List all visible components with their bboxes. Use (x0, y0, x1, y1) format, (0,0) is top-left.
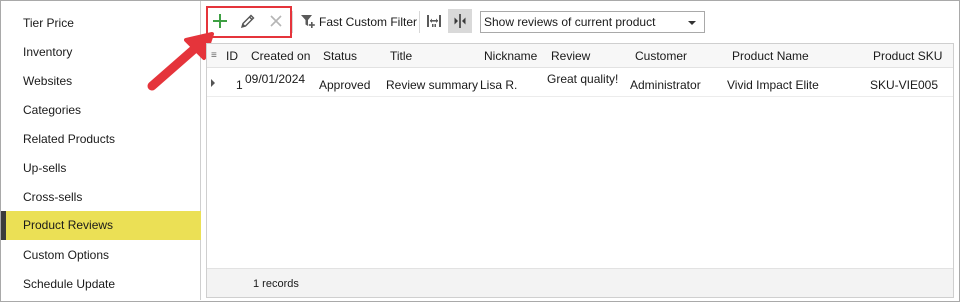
grid-header: ≡ ID Created on Status Title Nickname Re… (207, 44, 953, 68)
chevron-down-icon (688, 21, 696, 25)
records-count: 1 records (253, 278, 299, 290)
delete-button[interactable] (264, 9, 288, 33)
toolbar-separator (292, 11, 293, 33)
cell-title: Review summary (386, 78, 479, 92)
cell-customer: Administrator (630, 78, 701, 92)
cell-nickname: Lisa R. (480, 78, 518, 92)
table-row[interactable]: 1 09/01/2024 Approved Review summary Lis… (207, 69, 953, 97)
cell-product-sku: SKU-VIE005 (870, 78, 939, 92)
row-expand-icon[interactable] (210, 79, 216, 87)
sidebar-item-product-reviews[interactable]: Product Reviews (1, 211, 201, 240)
cell-status: Approved (319, 78, 371, 92)
filter-add-icon (301, 15, 315, 28)
sidebar-item-inventory[interactable]: Inventory (1, 38, 201, 67)
column-header-nickname[interactable]: Nickname (484, 49, 537, 63)
cell-id: 1 (236, 78, 243, 92)
column-header-title[interactable]: Title (390, 49, 412, 63)
cell-created-on: 09/01/2024 (245, 72, 306, 86)
sidebar-item-tier-price[interactable]: Tier Price (1, 9, 201, 38)
reviews-grid: ≡ ID Created on Status Title Nickname Re… (206, 43, 954, 298)
fit-columns-button[interactable] (422, 9, 446, 33)
close-icon (270, 15, 282, 27)
sidebar-item-up-sells[interactable]: Up-sells (1, 154, 201, 183)
split-view-icon (454, 14, 466, 28)
view-select-value: Show reviews of current product (484, 15, 656, 29)
column-header-product-sku[interactable]: Product SKU (873, 49, 942, 63)
sidebar-item-cross-sells[interactable]: Cross-sells (1, 183, 201, 212)
pencil-icon (240, 14, 255, 29)
grid-footer: 1 records (207, 268, 953, 297)
toolbar-separator (419, 11, 420, 33)
column-header-status[interactable]: Status (323, 49, 357, 63)
column-header-id[interactable]: ID (226, 49, 238, 63)
column-header-review[interactable]: Review (551, 49, 590, 63)
sidebar-item-related-products[interactable]: Related Products (1, 125, 201, 154)
column-header-product-name[interactable]: Product Name (732, 49, 809, 63)
add-button[interactable] (208, 9, 232, 33)
fast-custom-filter-button[interactable] (296, 9, 320, 33)
fast-custom-filter-label[interactable]: Fast Custom Filter (319, 15, 417, 29)
sidebar-item-websites[interactable]: Websites (1, 67, 201, 96)
view-select-dropdown[interactable]: Show reviews of current product (480, 11, 705, 33)
sidebar-item-custom-options[interactable]: Custom Options (1, 241, 201, 270)
column-menu-icon[interactable]: ≡ (211, 50, 217, 61)
cell-review: Great quality! (547, 72, 619, 86)
column-header-created-on[interactable]: Created on (251, 49, 310, 63)
grid-empty-area (207, 98, 953, 268)
sidebar-item-schedule-update[interactable]: Schedule Update (1, 270, 201, 299)
sidebar-item-categories[interactable]: Categories (1, 96, 201, 125)
column-header-customer[interactable]: Customer (635, 49, 687, 63)
cell-product-name: Vivid Impact Elite (727, 78, 819, 92)
fit-columns-icon (427, 15, 441, 27)
split-view-button[interactable] (448, 9, 472, 33)
sidebar: Tier Price Inventory Websites Categories… (1, 1, 201, 300)
edit-button[interactable] (236, 9, 260, 33)
plus-icon (213, 14, 227, 28)
